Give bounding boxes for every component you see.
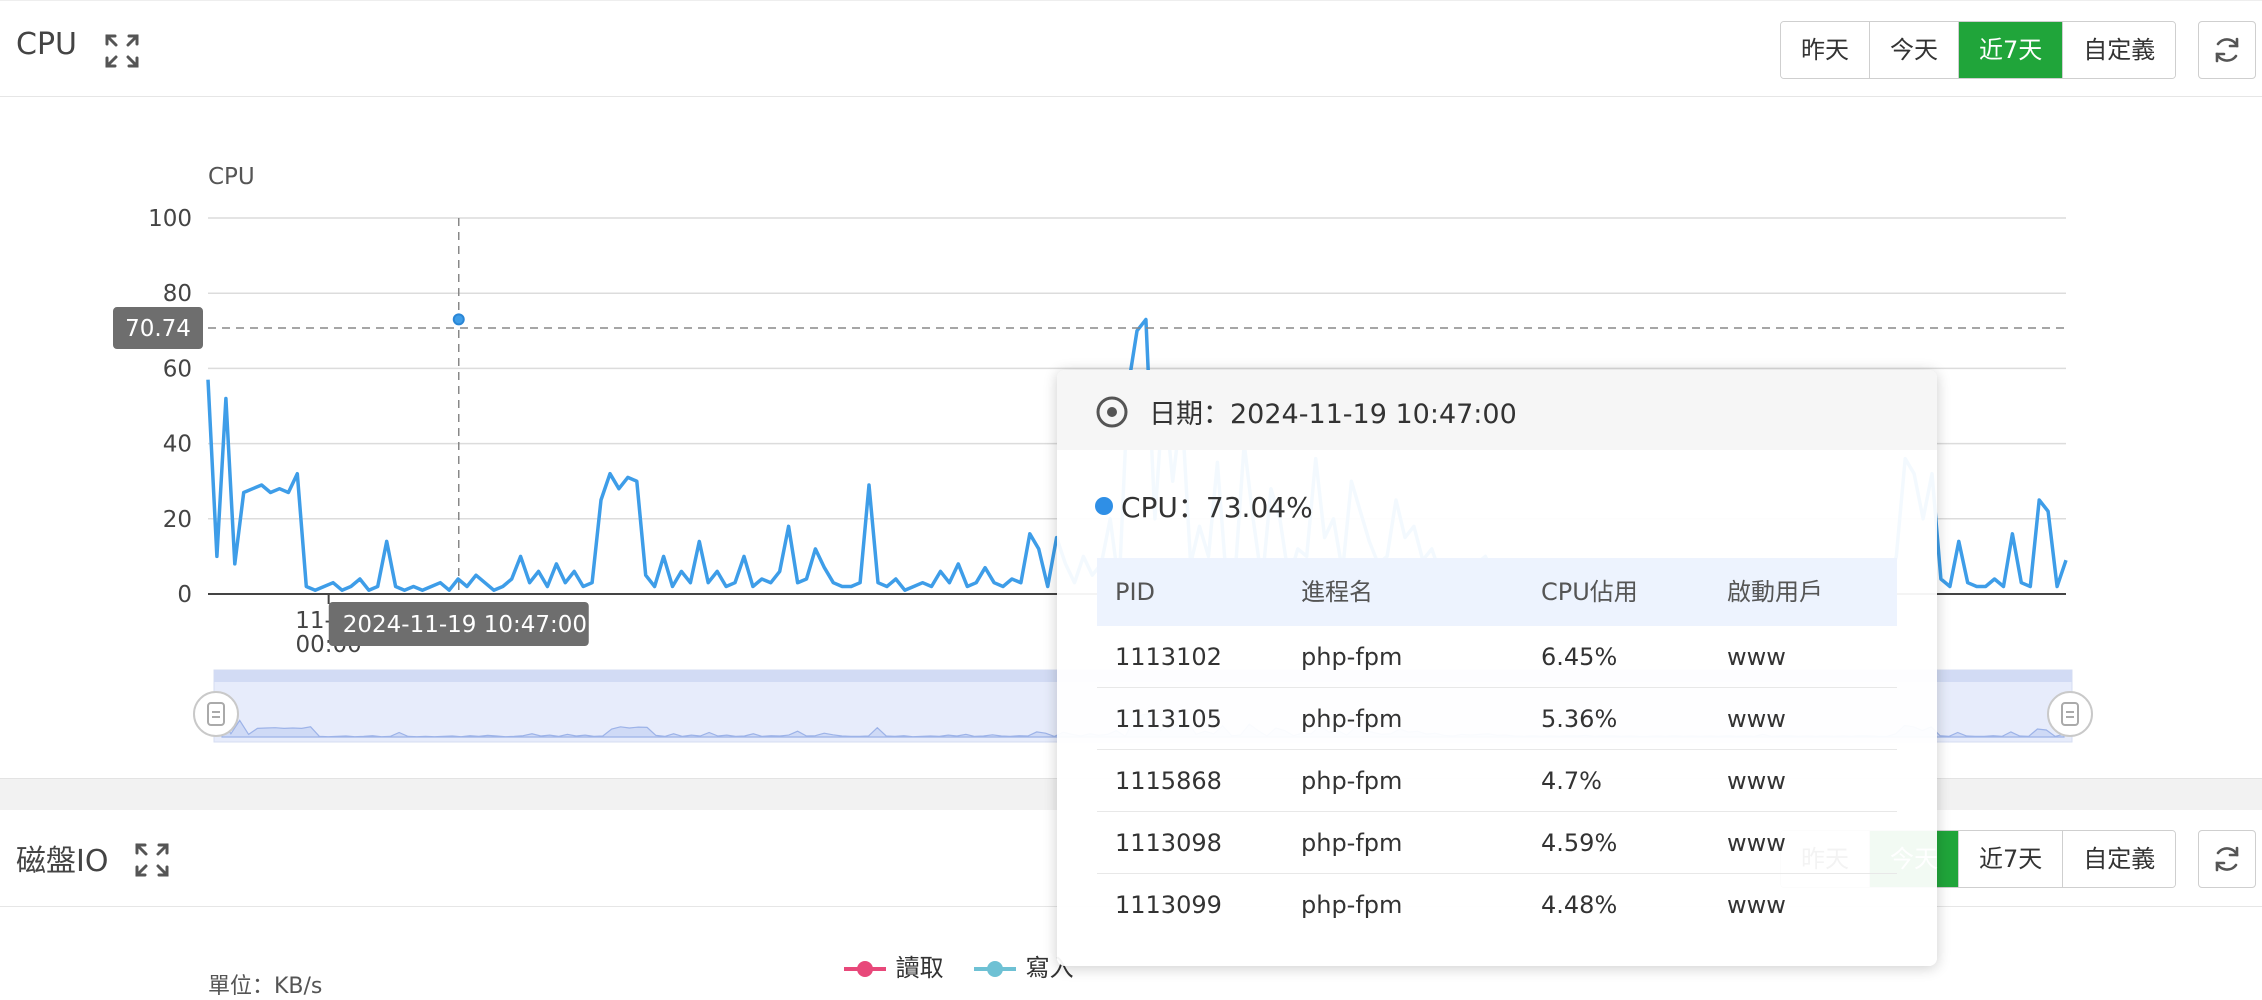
cell-cpu: 4.59% xyxy=(1541,829,1618,857)
cell-process: php-fpm xyxy=(1301,829,1403,857)
cell-process: php-fpm xyxy=(1301,891,1403,919)
y-tick-label: 20 xyxy=(163,507,192,533)
cell-process: php-fpm xyxy=(1301,643,1403,671)
range-button-custom[interactable]: 自定義 xyxy=(2063,831,2176,887)
refresh-icon xyxy=(2215,846,2239,872)
cpu-panel-title: CPU xyxy=(16,27,77,62)
crosshair-x-label: 2024-11-19 10:47:00 xyxy=(328,602,589,646)
cell-user: www xyxy=(1727,891,1786,919)
range-button-today[interactable]: 今天 xyxy=(1870,22,1959,78)
table-row: 1113099 php-fpm 4.48% www xyxy=(1097,874,1897,936)
refresh-icon xyxy=(2215,37,2239,63)
expand-icon[interactable] xyxy=(134,842,170,878)
range-button-7days[interactable]: 近7天 xyxy=(1959,22,2064,78)
y-tick-label: 0 xyxy=(177,582,192,608)
column-header-process: 進程名 xyxy=(1301,578,1373,606)
cpu-panel-header: CPU 昨天 今天 近7天 自定義 xyxy=(0,0,2262,97)
series-color-dot xyxy=(1095,497,1113,515)
cell-pid: 1113105 xyxy=(1115,705,1222,733)
process-table: PID 進程名 CPU佔用 啟動用戶 1113102 php-fpm 6.45%… xyxy=(1097,558,1897,936)
y-tick-label: 100 xyxy=(148,206,192,232)
range-button-7days[interactable]: 近7天 xyxy=(1959,831,2064,887)
cell-pid: 1113098 xyxy=(1115,829,1222,857)
legend-read-marker xyxy=(844,961,886,977)
cell-user: www xyxy=(1727,829,1786,857)
cell-process: php-fpm xyxy=(1301,705,1403,733)
cell-pid: 1115868 xyxy=(1115,767,1222,795)
y-tick-label: 60 xyxy=(163,356,192,382)
y-tick-label: 40 xyxy=(163,432,192,458)
cell-process: php-fpm xyxy=(1301,767,1403,795)
cell-user: www xyxy=(1727,767,1786,795)
cell-cpu: 6.45% xyxy=(1541,643,1618,671)
tooltip-date: 日期：2024-11-19 10:47:00 xyxy=(1149,399,1517,430)
column-header-cpu: CPU佔用 xyxy=(1541,578,1638,606)
y-axis-ticks: 0 20 40 60 80 100 xyxy=(148,206,192,608)
column-header-user: 啟動用戶 xyxy=(1727,578,1823,606)
cell-user: www xyxy=(1727,705,1786,733)
target-icon xyxy=(1096,396,1128,428)
table-row: 1113098 php-fpm 4.59% www xyxy=(1097,812,1897,874)
table-row: 1113102 php-fpm 6.45% www xyxy=(1097,626,1897,688)
cell-cpu: 4.7% xyxy=(1541,767,1602,795)
tooltip-header: 日期：2024-11-19 10:47:00 xyxy=(1057,370,1937,450)
cell-cpu: 4.48% xyxy=(1541,891,1618,919)
disk-refresh-button[interactable] xyxy=(2198,830,2256,888)
cpu-refresh-button[interactable] xyxy=(2198,21,2256,79)
legend-write-marker xyxy=(974,961,1016,977)
process-table-header: PID 進程名 CPU佔用 啟動用戶 xyxy=(1097,558,1897,626)
column-header-pid: PID xyxy=(1115,578,1156,606)
range-button-custom[interactable]: 自定義 xyxy=(2063,22,2176,78)
svg-text:70.74: 70.74 xyxy=(125,316,191,342)
disk-panel-title: 磁盤IO xyxy=(16,844,109,879)
datazoom-handle-right[interactable] xyxy=(2047,691,2093,737)
cpu-range-group: 昨天 今天 近7天 自定義 xyxy=(1780,21,2177,79)
svg-text:2024-11-19 10:47:00: 2024-11-19 10:47:00 xyxy=(343,612,587,638)
tooltip-series-value: CPU：73.04% xyxy=(1095,486,1313,526)
table-row: 1113105 php-fpm 5.36% www xyxy=(1097,688,1897,750)
disk-unit-label: 單位：KB/s xyxy=(208,974,323,999)
datazoom-handle-left[interactable] xyxy=(193,691,239,737)
legend-item-read[interactable]: 讀取 xyxy=(842,948,944,983)
cell-pid: 1113099 xyxy=(1115,891,1222,919)
crosshair-y-label: 70.74 xyxy=(113,307,203,350)
chart-tooltip: 日期：2024-11-19 10:47:00 CPU：73.04% PID 進程… xyxy=(1057,370,1937,966)
y-axis-label: CPU xyxy=(208,164,255,190)
cell-user: www xyxy=(1727,643,1786,671)
table-row: 1115868 php-fpm 4.7% www xyxy=(1097,750,1897,812)
range-button-yesterday[interactable]: 昨天 xyxy=(1781,22,1870,78)
tooltip-series-label: CPU：73.04% xyxy=(1121,491,1313,524)
cell-pid: 1113102 xyxy=(1115,643,1222,671)
y-tick-label: 80 xyxy=(163,281,192,307)
hover-marker xyxy=(452,313,465,326)
cell-cpu: 5.36% xyxy=(1541,705,1618,733)
legend-read-label: 讀取 xyxy=(895,954,944,982)
expand-icon[interactable] xyxy=(104,33,140,69)
